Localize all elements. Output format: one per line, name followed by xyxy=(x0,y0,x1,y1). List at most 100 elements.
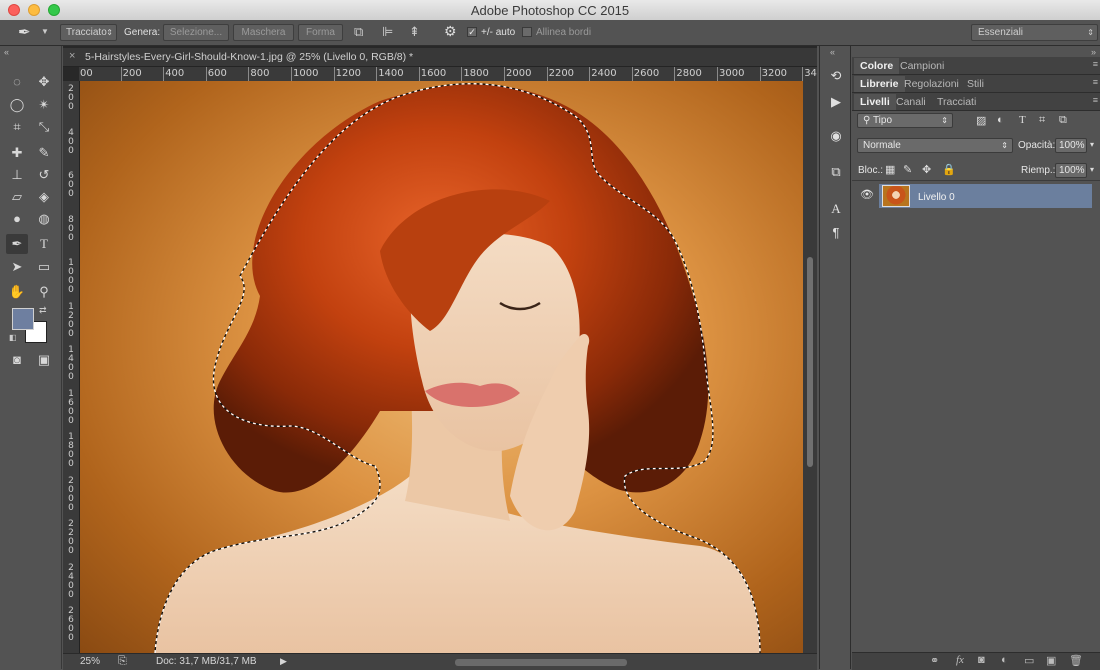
zoom-level[interactable]: 25% xyxy=(80,656,100,667)
align-edges-checkbox[interactable] xyxy=(522,27,532,37)
filter-type-icon[interactable]: T xyxy=(1019,114,1026,126)
path-arrangement-icon[interactable]: ⇞ xyxy=(409,24,420,40)
trash-icon[interactable]: 🗑 xyxy=(1069,654,1083,667)
crop-icon[interactable]: ⌗ xyxy=(6,117,28,137)
collapse-icon[interactable]: « xyxy=(830,47,835,57)
default-colors-icon[interactable]: ◧ xyxy=(9,333,17,342)
vertical-scrollbar[interactable] xyxy=(803,81,817,653)
filter-pixel-icon[interactable]: ▨ xyxy=(976,114,986,127)
stamp-icon[interactable]: ⊥ xyxy=(6,165,28,185)
clone-source-icon[interactable]: ⧉ xyxy=(828,164,844,180)
tab-colore[interactable]: Colore xyxy=(854,58,900,74)
blur-icon[interactable]: ● xyxy=(6,209,28,229)
horizontal-scroll-thumb[interactable] xyxy=(455,659,627,666)
share-icon[interactable]: ⎘ xyxy=(118,655,127,668)
new-layer-icon[interactable]: ▣ xyxy=(1046,654,1056,667)
rectangle-icon[interactable]: ▭ xyxy=(33,257,55,277)
tab-canali[interactable]: Canali xyxy=(890,94,932,110)
tab-campioni[interactable]: Campioni xyxy=(894,58,950,74)
mask-button[interactable]: Maschera xyxy=(233,24,294,41)
paragraph-icon[interactable]: ¶ xyxy=(828,225,844,241)
path-operations-icon[interactable]: ⧉ xyxy=(354,24,363,40)
filter-adjustment-icon[interactable]: ◐ xyxy=(997,114,1004,126)
tab-regolazioni[interactable]: Regolazioni xyxy=(898,76,965,92)
layer-filter-dropdown[interactable]: ⚲ Tipo ⇕ xyxy=(857,113,953,128)
ruler-v-label: 1800 xyxy=(68,432,74,469)
lock-image-icon[interactable]: ✎ xyxy=(903,163,912,176)
quick-mask-icon[interactable]: ◙ xyxy=(6,350,28,370)
blend-mode-dropdown[interactable]: Normale ⇕ xyxy=(857,138,1013,153)
pen-tool-icon[interactable]: ✒ xyxy=(6,234,28,254)
chevron-down-icon[interactable]: ▾ xyxy=(1090,140,1094,149)
collapse-panels-icon[interactable]: » xyxy=(1091,47,1096,57)
collapse-icon[interactable]: « xyxy=(4,47,9,57)
close-tab-icon[interactable]: × xyxy=(69,50,75,62)
lock-position-icon[interactable]: ✥ xyxy=(922,163,931,176)
pen-icon[interactable]: ✒ xyxy=(18,23,31,41)
character-icon[interactable]: A xyxy=(828,201,844,217)
panel-menu-icon[interactable]: ≡ xyxy=(1093,95,1098,105)
tab-stili[interactable]: Stili xyxy=(961,76,990,92)
layer-thumbnail[interactable] xyxy=(882,185,910,207)
ruler-h-label: 1800 xyxy=(463,68,489,79)
mode-dropdown[interactable]: Tracciato ⇕ xyxy=(60,24,117,41)
actions-icon[interactable]: ▶ xyxy=(828,94,844,110)
eyedropper-icon[interactable]: ⤡ xyxy=(33,117,55,137)
lock-transparent-icon[interactable]: ▦ xyxy=(885,163,895,176)
horizontal-ruler[interactable]: 00 200 400 600 800 1000 1200 1400 1600 1800 2000 22… xyxy=(79,67,817,82)
fx-icon[interactable]: fx xyxy=(956,654,964,666)
filter-smart-object-icon[interactable]: ⧉ xyxy=(1059,114,1067,127)
ruler-v-label: 2600 xyxy=(68,606,74,643)
selection-button[interactable]: Selezione... xyxy=(163,24,229,41)
vertical-ruler[interactable]: 200 400 600 800 1000 1200 1400 1600 1800 2000 2200… xyxy=(63,81,80,653)
layer-row[interactable] xyxy=(879,184,1092,208)
ruler-h-label: 3000 xyxy=(719,68,745,79)
status-menu-arrow[interactable]: ▶ xyxy=(280,656,287,667)
brush-icon[interactable]: ✎ xyxy=(33,143,55,163)
lasso-icon[interactable]: ◯ xyxy=(6,95,28,115)
tab-tracciati[interactable]: Tracciati xyxy=(931,94,982,110)
opacity-field[interactable]: 100% xyxy=(1055,138,1087,153)
layer-name[interactable]: Livello 0 xyxy=(918,192,955,203)
ruler-h-tick xyxy=(291,67,292,81)
shape-button[interactable]: Forma xyxy=(298,24,343,41)
tab-librerie[interactable]: Librerie xyxy=(854,76,905,92)
hand-icon[interactable]: ✋ xyxy=(6,282,28,302)
path-selection-icon[interactable]: ➤ xyxy=(6,257,28,277)
auto-add-delete-checkbox[interactable]: ✓ xyxy=(467,27,477,37)
history-icon[interactable]: ⟲ xyxy=(828,68,844,84)
adjustment-layer-icon[interactable]: ◐ xyxy=(1001,654,1008,666)
swap-colors-icon[interactable]: ⇄ xyxy=(39,305,47,316)
fill-field[interactable]: 100% xyxy=(1055,163,1087,178)
vertical-scroll-thumb[interactable] xyxy=(807,257,813,467)
blend-mode-label: Normale xyxy=(863,140,901,151)
zoom-icon[interactable]: ⚲ xyxy=(33,282,55,302)
healing-brush-icon[interactable]: ✚ xyxy=(6,143,28,163)
foreground-color-swatch[interactable] xyxy=(12,308,34,330)
panel-menu-icon[interactable]: ≡ xyxy=(1093,77,1098,87)
lock-all-icon[interactable]: 🔒 xyxy=(942,163,956,176)
dodge-icon[interactable]: ◍ xyxy=(33,209,55,229)
gear-icon[interactable]: ⚙ xyxy=(444,23,457,40)
link-icon[interactable]: ⚭ xyxy=(930,654,939,667)
history-brush-icon[interactable]: ↺ xyxy=(33,165,55,185)
magic-wand-icon[interactable]: ✴ xyxy=(33,95,55,115)
chevron-down-icon[interactable]: ▼ xyxy=(41,27,49,36)
mask-icon[interactable]: ◙ xyxy=(978,654,985,666)
screen-mode-icon[interactable]: ▣ xyxy=(33,350,55,370)
document-tab[interactable]: × 5-Hairstyles-Every-Girl-Should-Know-1.… xyxy=(63,48,817,67)
filter-shape-icon[interactable]: ⌗ xyxy=(1039,114,1045,127)
properties-icon[interactable]: ◉ xyxy=(828,128,844,144)
image-canvas[interactable] xyxy=(80,81,803,653)
move-icon[interactable]: ✥ xyxy=(33,72,55,92)
folder-icon[interactable]: ▭ xyxy=(1024,654,1034,667)
marquee-icon[interactable]: ◌ xyxy=(6,72,28,92)
paint-bucket-icon[interactable]: ◈ xyxy=(33,187,55,207)
eye-icon[interactable]: 👁 xyxy=(860,188,874,201)
eraser-icon[interactable]: ▱ xyxy=(6,187,28,207)
type-icon[interactable]: T xyxy=(33,234,55,254)
path-alignment-icon[interactable]: ⊫ xyxy=(382,24,393,40)
workspace-dropdown[interactable]: Essenziali ⇕ xyxy=(971,24,1098,41)
chevron-down-icon[interactable]: ▾ xyxy=(1090,165,1094,174)
panel-menu-icon[interactable]: ≡ xyxy=(1093,59,1098,69)
